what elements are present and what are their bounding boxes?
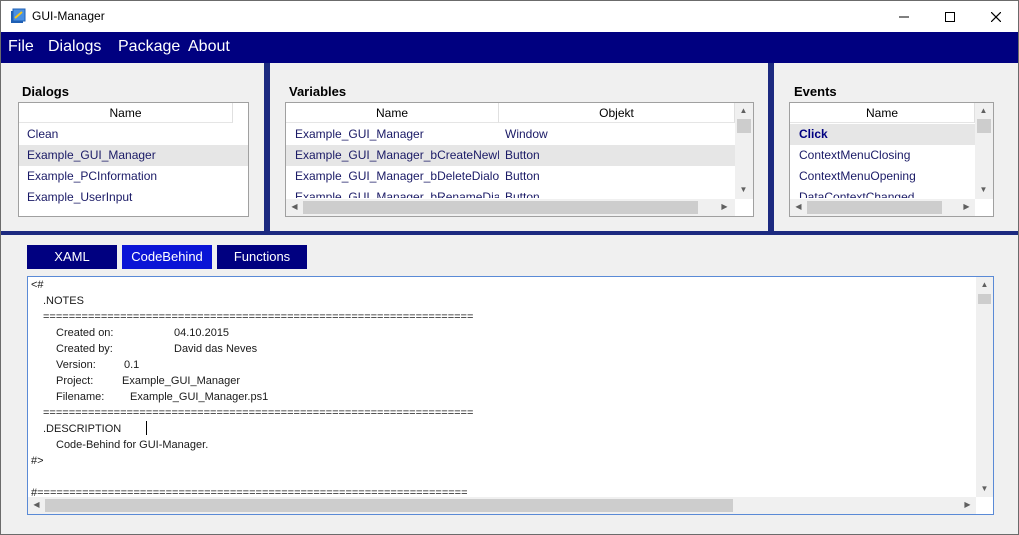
text-caret bbox=[146, 421, 147, 435]
close-button[interactable] bbox=[973, 1, 1019, 32]
scroll-down-icon[interactable]: ▼ bbox=[735, 182, 752, 198]
close-icon bbox=[991, 11, 1001, 22]
tab-functions[interactable]: Functions bbox=[217, 245, 307, 269]
code-line: ========================================… bbox=[43, 311, 474, 323]
variable-name: Example_GUI_Manager_bDeleteDialog bbox=[295, 169, 499, 183]
scroll-down-icon[interactable]: ▼ bbox=[976, 481, 993, 497]
dialogs-name-header[interactable]: Name bbox=[19, 103, 233, 123]
scroll-left-icon[interactable]: ◀ bbox=[790, 199, 807, 215]
list-item[interactable]: ContextMenuOpening bbox=[790, 166, 975, 187]
code-editor[interactable]: <# .NOTES ==============================… bbox=[27, 276, 994, 515]
code-line: Created by: bbox=[56, 343, 113, 355]
horizontal-scrollbar[interactable]: ◀ ▶ bbox=[28, 497, 976, 514]
window-title: GUI-Manager bbox=[32, 9, 105, 23]
variable-object: Button bbox=[505, 148, 540, 162]
scroll-right-icon[interactable]: ▶ bbox=[958, 199, 975, 215]
variable-object: Window bbox=[505, 127, 548, 141]
scroll-thumb[interactable] bbox=[737, 119, 751, 133]
list-item[interactable]: ContextMenuClosing bbox=[790, 145, 975, 166]
scroll-thumb[interactable] bbox=[978, 294, 991, 304]
code-line: Created on: bbox=[56, 327, 114, 339]
scroll-left-icon[interactable]: ◀ bbox=[28, 497, 45, 513]
menu-file[interactable]: File bbox=[8, 38, 34, 56]
list-item[interactable]: Clean bbox=[19, 124, 248, 145]
scroll-thumb[interactable] bbox=[807, 201, 942, 214]
events-name-header[interactable]: Name bbox=[790, 103, 975, 123]
list-item[interactable]: Example_GUI_Manager bbox=[19, 145, 248, 166]
code-line: Project: bbox=[56, 375, 94, 387]
horizontal-scrollbar[interactable]: ◀ ▶ bbox=[790, 199, 975, 216]
scroll-left-icon[interactable]: ◀ bbox=[286, 199, 303, 215]
table-row[interactable]: Example_GUI_Manager_bCreateNewD Button bbox=[286, 145, 735, 166]
scroll-thumb[interactable] bbox=[303, 201, 698, 214]
code-line: 0.1 bbox=[124, 359, 140, 371]
list-item[interactable]: DataContextChanged bbox=[790, 187, 975, 198]
code-line: Version: bbox=[56, 359, 96, 371]
pane-separator-horizontal[interactable] bbox=[1, 231, 1018, 235]
variable-name: Example_GUI_Manager_bRenameDial bbox=[295, 190, 499, 198]
gui-manager-window: GUI-Manager File Dialogs Package About D… bbox=[0, 0, 1019, 535]
minimize-icon bbox=[899, 16, 909, 17]
variables-name-header[interactable]: Name bbox=[286, 103, 499, 123]
variables-title: Variables bbox=[289, 84, 347, 99]
code-line: Code-Behind for GUI-Manager. bbox=[56, 439, 209, 451]
events-title: Events bbox=[794, 84, 837, 99]
code-line: David das Neves bbox=[174, 343, 258, 355]
menu-about[interactable]: About bbox=[188, 38, 230, 56]
variables-pane: Variables Name Objekt Example_GUI_Manage… bbox=[270, 63, 768, 231]
code-line: ========================================… bbox=[43, 407, 474, 419]
list-item[interactable]: Example_UserInput bbox=[19, 187, 248, 208]
app-icon bbox=[11, 8, 26, 23]
code-line: #> bbox=[31, 455, 44, 467]
scroll-thumb[interactable] bbox=[45, 499, 733, 512]
variable-object: Button bbox=[505, 169, 540, 183]
dialogs-pane: Dialogs Name Clean Example_GUI_Manager E… bbox=[1, 63, 264, 231]
variable-name: Example_GUI_Manager bbox=[295, 127, 424, 141]
table-row[interactable]: Example_GUI_Manager Window bbox=[286, 124, 735, 145]
tab-codebehind[interactable]: CodeBehind bbox=[122, 245, 212, 269]
minimize-button[interactable] bbox=[881, 1, 927, 32]
code-line: .NOTES bbox=[43, 295, 84, 307]
variables-objekt-header[interactable]: Objekt bbox=[499, 103, 735, 123]
scroll-right-icon[interactable]: ▶ bbox=[959, 497, 976, 513]
code-line: <# bbox=[31, 279, 44, 291]
scroll-up-icon[interactable]: ▲ bbox=[975, 103, 992, 119]
code-line: Example_GUI_Manager.ps1 bbox=[130, 391, 269, 403]
maximize-icon bbox=[945, 11, 955, 22]
menu-package[interactable]: Package bbox=[118, 38, 180, 56]
menu-dialogs[interactable]: Dialogs bbox=[48, 38, 101, 56]
events-list[interactable]: Name Click ContextMenuClosing ContextMen… bbox=[789, 102, 994, 217]
table-row[interactable]: Example_GUI_Manager_bDeleteDialog Button bbox=[286, 166, 735, 187]
dialogs-title: Dialogs bbox=[22, 84, 69, 99]
tab-xaml[interactable]: XAML bbox=[27, 245, 117, 269]
variables-list[interactable]: Name Objekt Example_GUI_Manager Window E… bbox=[285, 102, 754, 217]
scroll-thumb[interactable] bbox=[977, 119, 991, 133]
list-item[interactable]: Click bbox=[790, 124, 975, 145]
scroll-up-icon[interactable]: ▲ bbox=[976, 277, 993, 293]
code-line: Filename: bbox=[56, 391, 105, 403]
code-line: 04.10.2015 bbox=[174, 327, 230, 339]
scroll-right-icon[interactable]: ▶ bbox=[716, 199, 733, 215]
variable-name: Example_GUI_Manager_bCreateNewD bbox=[295, 148, 499, 162]
code-line: .DESCRIPTION bbox=[43, 423, 122, 435]
dialogs-list[interactable]: Name Clean Example_GUI_Manager Example_P… bbox=[18, 102, 249, 217]
list-item[interactable]: Example_PCInformation bbox=[19, 166, 248, 187]
maximize-button[interactable] bbox=[927, 1, 973, 32]
horizontal-scrollbar[interactable]: ◀ ▶ bbox=[286, 199, 735, 216]
table-row[interactable]: Example_GUI_Manager_bRenameDial Button bbox=[286, 187, 735, 198]
title-bar: GUI-Manager bbox=[1, 1, 1018, 32]
vertical-scrollbar[interactable]: ▲ ▼ bbox=[976, 277, 993, 497]
vertical-scrollbar[interactable]: ▲ ▼ bbox=[735, 103, 753, 199]
code-line: Example_GUI_Manager bbox=[122, 375, 241, 387]
variable-object: Button bbox=[505, 190, 540, 198]
scroll-up-icon[interactable]: ▲ bbox=[735, 103, 752, 119]
scroll-down-icon[interactable]: ▼ bbox=[975, 182, 992, 198]
vertical-scrollbar[interactable]: ▲ ▼ bbox=[975, 103, 993, 199]
menu-bar: File Dialogs Package About bbox=[1, 32, 1018, 63]
events-pane: Events Name Click ContextMenuClosing Con… bbox=[774, 63, 1018, 231]
